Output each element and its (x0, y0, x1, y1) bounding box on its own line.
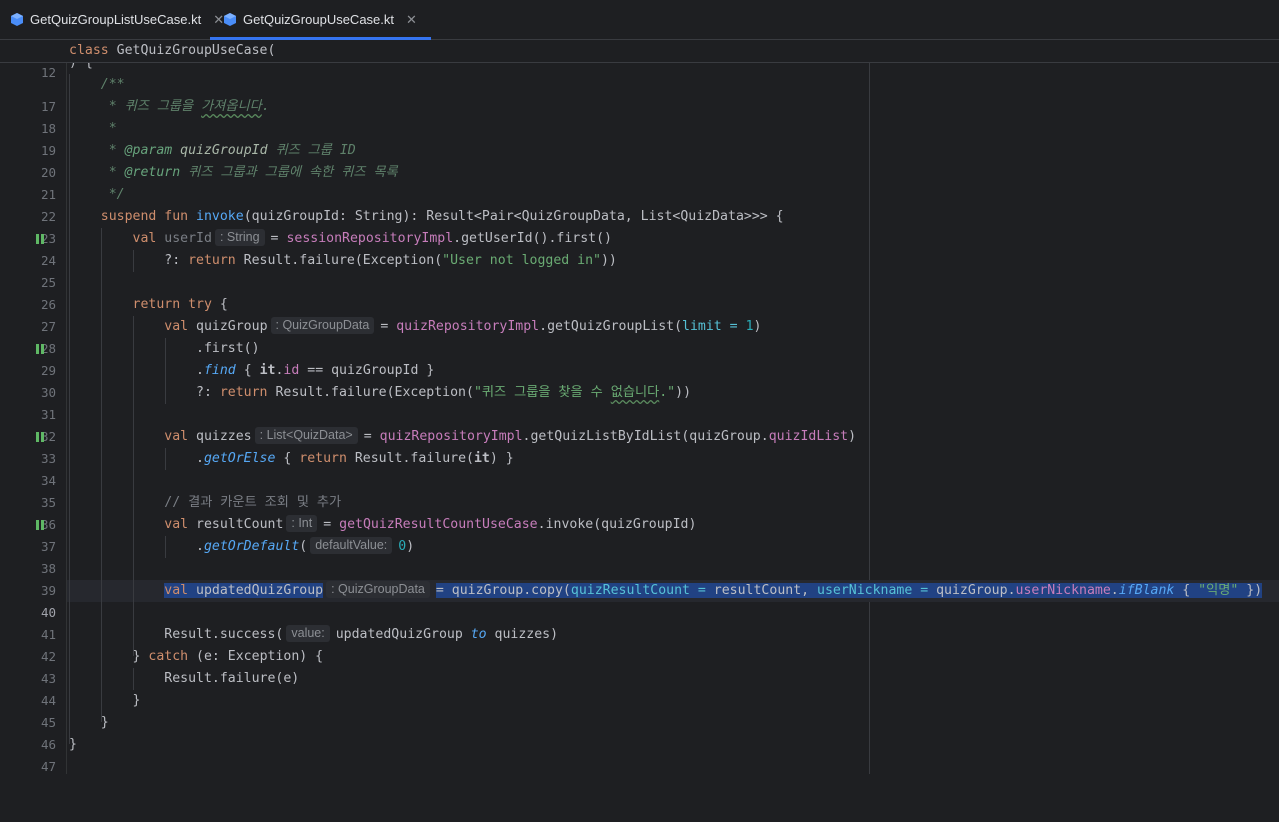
tab-getquizgrouplistusecase[interactable]: GetQuizGroupListUseCase.kt ✕ (11, 0, 224, 39)
code-line[interactable]: 23 suspend fun invoke(quizGroupId: Strin… (0, 206, 1279, 246)
tab-label: GetQuizGroupUseCase.kt (243, 12, 395, 27)
code-line[interactable]: 17 /** (0, 74, 1279, 114)
parameter-hint: value: (286, 625, 330, 642)
run-gutter-icon[interactable] (36, 344, 45, 354)
code-line[interactable]: 46 } (0, 712, 1279, 752)
doc-comment: /** (100, 77, 125, 92)
kotlin-file-icon (224, 13, 236, 26)
code-line[interactable]: 44 Result.failure(e) (0, 668, 1279, 708)
tab-getquizgroupusecase[interactable]: GetQuizGroupUseCase.kt ✕ (210, 0, 431, 40)
run-gutter-icon[interactable] (36, 432, 45, 442)
run-gutter-icon[interactable] (36, 520, 45, 530)
number-literal: 1 (745, 319, 754, 334)
type-hint: : List<QuizData> (254, 427, 358, 444)
doc-tag: @return (124, 165, 181, 180)
type-hint: : Int (286, 515, 318, 532)
code-line[interactable]: 28 val quizGroup: QuizGroupData = quizRep… (0, 316, 1279, 356)
code-line[interactable]: 41 (0, 602, 1279, 642)
code-line[interactable]: 43 } catch (e: Exception) { (0, 646, 1279, 686)
code-line[interactable]: 47 } (0, 734, 1279, 774)
type-hint: : QuizGroupData (326, 581, 430, 598)
string-literal: "퀴즈 그룹을 찾을 수 없습니다." (473, 385, 676, 400)
code-line[interactable]: 35 (0, 470, 1279, 510)
string-literal: "익명" (1198, 583, 1239, 598)
code-line[interactable]: 20 * @param quizGroupId 퀴즈 그룹 ID (0, 140, 1279, 180)
doc-comment: 퀴즈 그룹 ID (267, 143, 356, 158)
tab-label: GetQuizGroupListUseCase.kt (30, 12, 202, 27)
editor-tab-bar: GetQuizGroupListUseCase.kt ✕ GetQuizGrou… (0, 0, 1279, 40)
code-line[interactable]: 39 (0, 558, 1279, 598)
code-token: class (69, 43, 109, 58)
doc-comment: */ (108, 187, 125, 202)
code-line[interactable]: 37 val resultCount: Int = getQuizResultCo… (0, 514, 1279, 554)
kotlin-file-icon (11, 13, 23, 26)
sticky-scroll-header[interactable]: 12 class GetQuizGroupUseCase( (0, 40, 1279, 80)
code-line[interactable]: 25 ?: return Result.failure(Exception("U… (0, 250, 1279, 290)
code-line[interactable]: 19 * (0, 118, 1279, 158)
code-line[interactable]: 45 } (0, 690, 1279, 730)
doc-tag: @param (124, 143, 173, 158)
code-token: GetQuizGroupUseCase( (108, 43, 276, 58)
code-line[interactable]: 26 (0, 272, 1279, 312)
code-line[interactable]: 34 .getOrElse { return Result.failure(it… (0, 448, 1279, 488)
code-line[interactable]: 30 .find { it.id == quizGroupId } (0, 360, 1279, 400)
code-line[interactable]: 36 // 결과 카운트 조회 및 추가 (0, 492, 1279, 532)
code-line[interactable]: 27 return try { (0, 294, 1279, 334)
code-line[interactable]: 42 Result.success(value: updatedQuizGroup… (0, 624, 1279, 664)
doc-comment: * 퀴즈 그룹을 가져옵니다. (108, 99, 270, 114)
doc-param-name: quizGroupId (172, 143, 268, 158)
code-line-current[interactable]: 40 val updatedQuizGroup: QuizGroupData = … (0, 580, 1279, 620)
string-literal: "User not logged in" (442, 253, 601, 268)
code-line[interactable]: 29 .first() (0, 338, 1279, 378)
code-line[interactable]: 18 * 퀴즈 그룹을 가져옵니다. (0, 96, 1279, 136)
code-line[interactable]: 32 (0, 404, 1279, 444)
doc-comment: * (108, 121, 117, 136)
code-line[interactable]: 22 */ (0, 184, 1279, 224)
type-hint: : QuizGroupData (270, 317, 375, 334)
run-gutter-icon[interactable] (36, 234, 45, 244)
code-line[interactable]: 24 val userId: String = sessionRepository… (0, 228, 1279, 268)
doc-comment: 퀴즈 그룹과 그룹에 속한 퀴즈 목록 (180, 165, 398, 180)
line-number: 12 (40, 65, 56, 80)
close-icon[interactable]: ✕ (406, 12, 417, 28)
line-number: 47 (40, 759, 56, 774)
code-line[interactable]: 38 .getOrDefault(defaultValue: 0) (0, 536, 1279, 576)
type-hint: : String (214, 229, 265, 246)
line-comment: // 결과 카운트 조회 및 추가 (164, 495, 342, 510)
parameter-hint: defaultValue: (310, 537, 393, 554)
code-line[interactable]: 31 ?: return Result.failure(Exception("퀴… (0, 382, 1279, 422)
number-literal: 0 (398, 539, 407, 554)
code-line[interactable]: 21 * @return 퀴즈 그룹과 그룹에 속한 퀴즈 목록 (0, 162, 1279, 202)
code-line[interactable]: 33 val quizzes: List<QuizData> = quizRepo… (0, 426, 1279, 466)
